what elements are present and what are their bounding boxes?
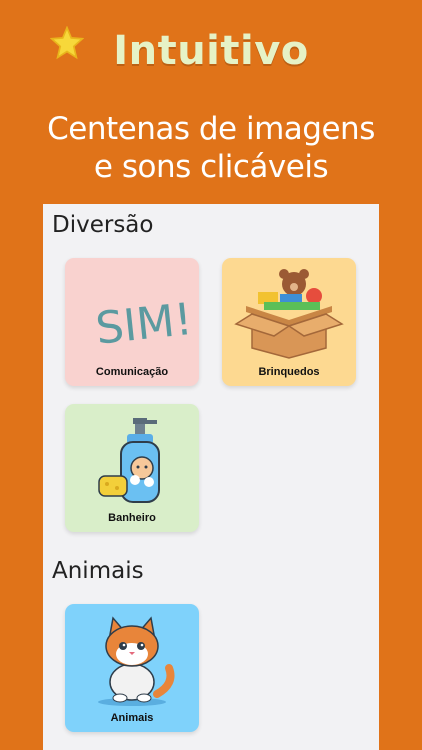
card-comunicacao[interactable]: SIM! Comunicação xyxy=(65,258,199,386)
soap-bottle-icon xyxy=(98,418,160,503)
headline: Intuitivo xyxy=(113,28,309,74)
subtitle: Centenas de imagens e sons clicáveis xyxy=(0,110,422,186)
cat-icon xyxy=(98,616,175,706)
sim-image-text: SIM! xyxy=(93,294,194,355)
card-label: Brinquedos xyxy=(258,366,320,378)
sim-text-icon: SIM! xyxy=(93,294,194,355)
section-title-animais: Animais xyxy=(52,558,144,584)
card-label: Banheiro xyxy=(108,512,156,524)
card-animais[interactable]: Animais xyxy=(65,604,199,732)
card-label: Comunicação xyxy=(95,366,169,378)
card-brinquedos[interactable]: Brinquedos xyxy=(222,258,356,386)
toy-box-icon xyxy=(234,269,344,359)
subtitle-line-2: e sons clicáveis xyxy=(93,149,329,185)
app-preview-panel: Diversão SIM! Comunicação Brinquedos Ban… xyxy=(43,204,379,750)
card-label: Animais xyxy=(110,712,154,724)
card-banheiro[interactable]: Banheiro xyxy=(65,404,199,532)
section-title-diversao: Diversão xyxy=(52,212,154,238)
subtitle-line-1: Centenas de imagens xyxy=(47,111,375,147)
